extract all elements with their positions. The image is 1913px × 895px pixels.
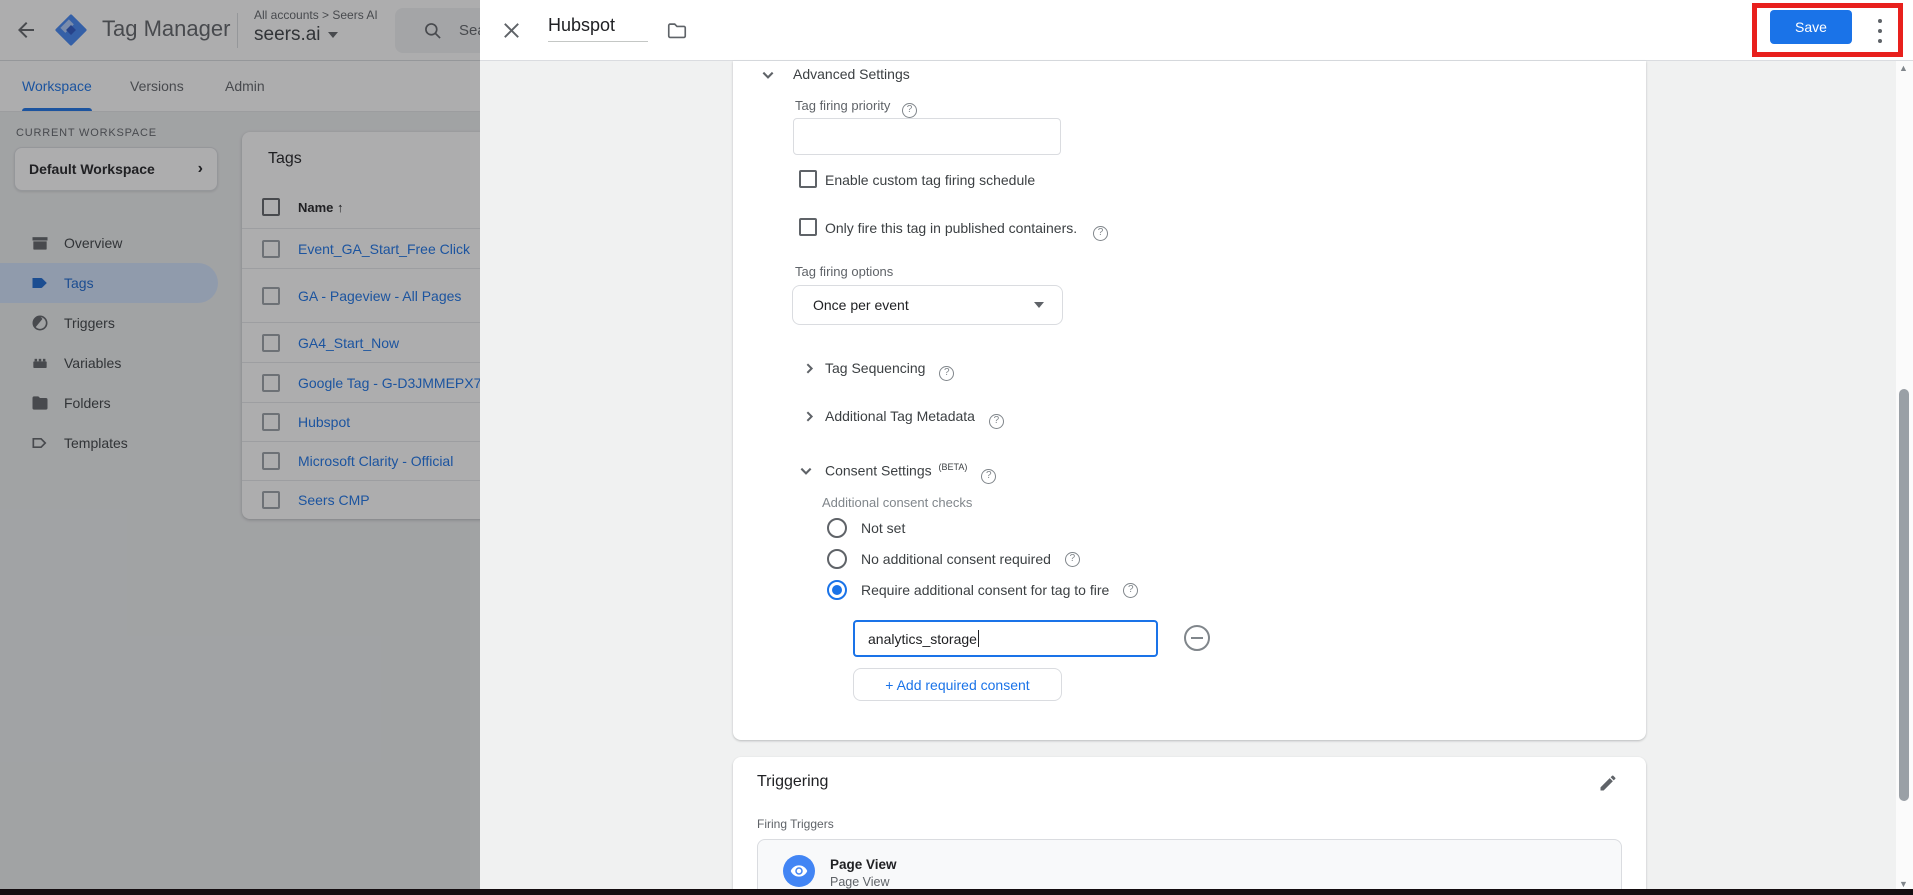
- scrollbar[interactable]: [1896, 61, 1913, 895]
- scrollbar-thumb[interactable]: [1899, 389, 1909, 801]
- trigger-name: Page View: [830, 857, 897, 872]
- gtm-screen: Tag Manager All accounts > Seers AI seer…: [0, 0, 1913, 895]
- close-icon[interactable]: [500, 19, 523, 42]
- published-containers-checkbox[interactable]: [799, 218, 817, 236]
- radio-option-require-additional-consent[interactable]: Require additional consent for tag to fi…: [827, 579, 1139, 601]
- consent-settings-heading[interactable]: Consent Settings (BETA): [825, 462, 997, 484]
- radio-icon[interactable]: [827, 518, 847, 538]
- radio-option-not-set[interactable]: Not set: [827, 517, 905, 539]
- tag-sequencing-heading[interactable]: Tag Sequencing: [825, 360, 955, 381]
- screen-edge-bar: [0, 889, 1913, 895]
- scroll-down-icon[interactable]: [1899, 879, 1908, 889]
- edit-pencil-icon[interactable]: [1598, 773, 1618, 793]
- published-containers-label: Only fire this tag in published containe…: [825, 220, 1109, 241]
- required-consent-input[interactable]: analytics_storage: [853, 620, 1158, 657]
- tag-editor-modal: Hubspot Save Advanced Settings Tag firin…: [480, 0, 1913, 895]
- advanced-settings-heading[interactable]: Advanced Settings: [793, 66, 910, 82]
- tag-configuration-card: Advanced Settings Tag firing priority En…: [733, 61, 1646, 740]
- trigger-row-page-view[interactable]: Page View Page View: [757, 839, 1622, 895]
- tag-firing-options-select[interactable]: Once per event: [792, 285, 1063, 325]
- triggering-heading: Triggering: [757, 773, 829, 790]
- triggering-card: Triggering Firing Triggers Page View Pag…: [733, 757, 1646, 895]
- editor-body: Advanced Settings Tag firing priority En…: [480, 61, 1913, 895]
- radio-selected-icon[interactable]: [827, 580, 847, 600]
- text-cursor: [977, 630, 979, 647]
- help-icon[interactable]: [1123, 582, 1139, 598]
- remove-consent-icon[interactable]: [1184, 625, 1210, 651]
- scroll-up-icon[interactable]: [1899, 63, 1908, 73]
- trigger-type: Page View: [830, 875, 890, 889]
- tag-firing-priority-input[interactable]: [793, 118, 1061, 155]
- radio-option-no-additional-consent[interactable]: No additional consent required: [827, 548, 1080, 570]
- help-icon[interactable]: [1064, 551, 1080, 567]
- radio-icon[interactable]: [827, 549, 847, 569]
- custom-schedule-label: Enable custom tag firing schedule: [825, 172, 1036, 188]
- selected-option: Once per event: [813, 297, 909, 313]
- chevron-right-icon[interactable]: [803, 362, 816, 375]
- folder-icon[interactable]: [666, 20, 688, 42]
- modal-dim-overlay: [0, 0, 480, 895]
- more-options-icon[interactable]: [1872, 17, 1888, 45]
- additional-tag-metadata-heading[interactable]: Additional Tag Metadata: [825, 408, 1004, 429]
- custom-schedule-checkbox[interactable]: [799, 170, 817, 188]
- help-icon[interactable]: [939, 366, 955, 381]
- help-icon[interactable]: [981, 468, 997, 484]
- tag-name-field[interactable]: Hubspot: [548, 15, 648, 42]
- tag-firing-priority-label: Tag firing priority: [795, 98, 917, 118]
- help-icon[interactable]: [1093, 226, 1109, 241]
- additional-consent-checks-label: Additional consent checks: [822, 495, 973, 510]
- editor-header: Hubspot Save: [480, 0, 1913, 61]
- help-icon[interactable]: [988, 414, 1004, 429]
- beta-badge: (BETA): [938, 462, 968, 472]
- chevron-right-icon[interactable]: [803, 410, 816, 423]
- add-required-consent-button[interactable]: + Add required consent: [853, 668, 1062, 701]
- chevron-down-icon[interactable]: [799, 464, 813, 478]
- chevron-down-icon[interactable]: [761, 68, 775, 82]
- tag-firing-options-label: Tag firing options: [795, 264, 894, 279]
- firing-triggers-label: Firing Triggers: [757, 817, 834, 831]
- save-button[interactable]: Save: [1770, 10, 1852, 44]
- dropdown-caret-icon: [1034, 302, 1044, 308]
- help-icon[interactable]: [902, 103, 917, 118]
- page-view-trigger-icon: [783, 855, 815, 887]
